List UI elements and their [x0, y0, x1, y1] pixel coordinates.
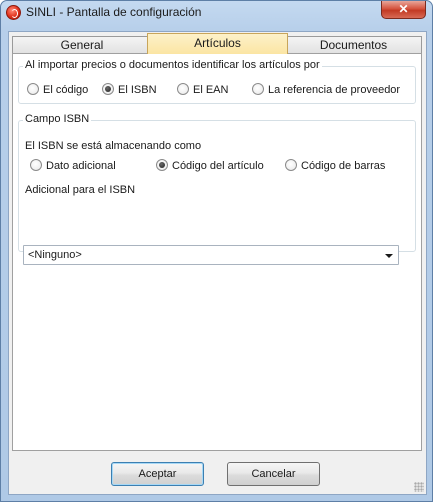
radio-codigo-articulo[interactable]: Código del artículo	[156, 159, 264, 173]
radio-el-isbn-indicator[interactable]	[102, 83, 114, 96]
additional-isbn-label: Adicional para el ISBN	[25, 184, 136, 196]
import-identify-group-label: Al importar precios o documentos identif…	[23, 59, 322, 71]
radio-codigo-barras[interactable]: Código de barras	[285, 159, 386, 173]
dialog-client-area: General Artículos Documentos Al importar…	[8, 31, 427, 495]
radio-codigo-articulo-label: Código del artículo	[172, 160, 264, 172]
tab-articulos[interactable]: Artículos	[147, 33, 288, 54]
isbn-stored-as-label: El ISBN se está almacenando como	[25, 140, 202, 152]
title-bar[interactable]: SINLI - Pantalla de configuración ✕	[1, 1, 432, 25]
radio-el-codigo-indicator[interactable]	[27, 83, 39, 96]
window-title: SINLI - Pantalla de configuración	[26, 5, 202, 19]
radio-codigo-articulo-indicator[interactable]	[156, 159, 168, 172]
cancel-button[interactable]: Cancelar	[227, 462, 320, 486]
radio-el-ean-label: El EAN	[193, 84, 229, 96]
radio-codigo-barras-indicator[interactable]	[285, 159, 297, 172]
chevron-down-icon[interactable]	[385, 254, 393, 258]
additional-isbn-dropdown-value: <Ninguno>	[28, 249, 82, 261]
radio-codigo-barras-label: Código de barras	[301, 160, 386, 172]
isbn-field-group: Campo ISBN El ISBN se está almacenando c…	[18, 113, 416, 252]
radio-el-isbn[interactable]: El ISBN	[102, 83, 157, 97]
configuration-window: SINLI - Pantalla de configuración ✕ Gene…	[0, 0, 433, 502]
radio-referencia-proveedor-label: La referencia de proveedor	[268, 84, 401, 96]
tab-documentos[interactable]: Documentos	[285, 36, 422, 53]
radio-el-codigo[interactable]: El código	[27, 83, 89, 97]
import-identify-group: Al importar precios o documentos identif…	[18, 59, 416, 104]
resize-grip-icon[interactable]	[414, 482, 424, 492]
additional-isbn-dropdown[interactable]: <Ninguno>	[23, 245, 399, 265]
radio-referencia-proveedor[interactable]: La referencia de proveedor	[252, 83, 401, 97]
tab-bar: General Artículos Documentos	[9, 32, 426, 54]
radio-el-ean-indicator[interactable]	[177, 83, 189, 96]
tab-panel-articulos: Al importar precios o documentos identif…	[12, 53, 422, 451]
radio-dato-adicional-label: Dato adicional	[46, 160, 116, 172]
tab-general[interactable]: General	[12, 36, 152, 53]
isbn-field-group-label: Campo ISBN	[23, 113, 92, 125]
close-button[interactable]: ✕	[381, 1, 426, 19]
radio-dato-adicional[interactable]: Dato adicional	[30, 159, 116, 173]
accept-button[interactable]: Aceptar	[111, 462, 204, 486]
radio-el-isbn-label: El ISBN	[118, 84, 157, 96]
sinli-app-icon[interactable]	[6, 5, 21, 20]
radio-el-codigo-label: El código	[43, 84, 89, 96]
radio-el-ean[interactable]: El EAN	[177, 83, 229, 97]
radio-dato-adicional-indicator[interactable]	[30, 159, 42, 172]
radio-referencia-proveedor-indicator[interactable]	[252, 83, 264, 96]
